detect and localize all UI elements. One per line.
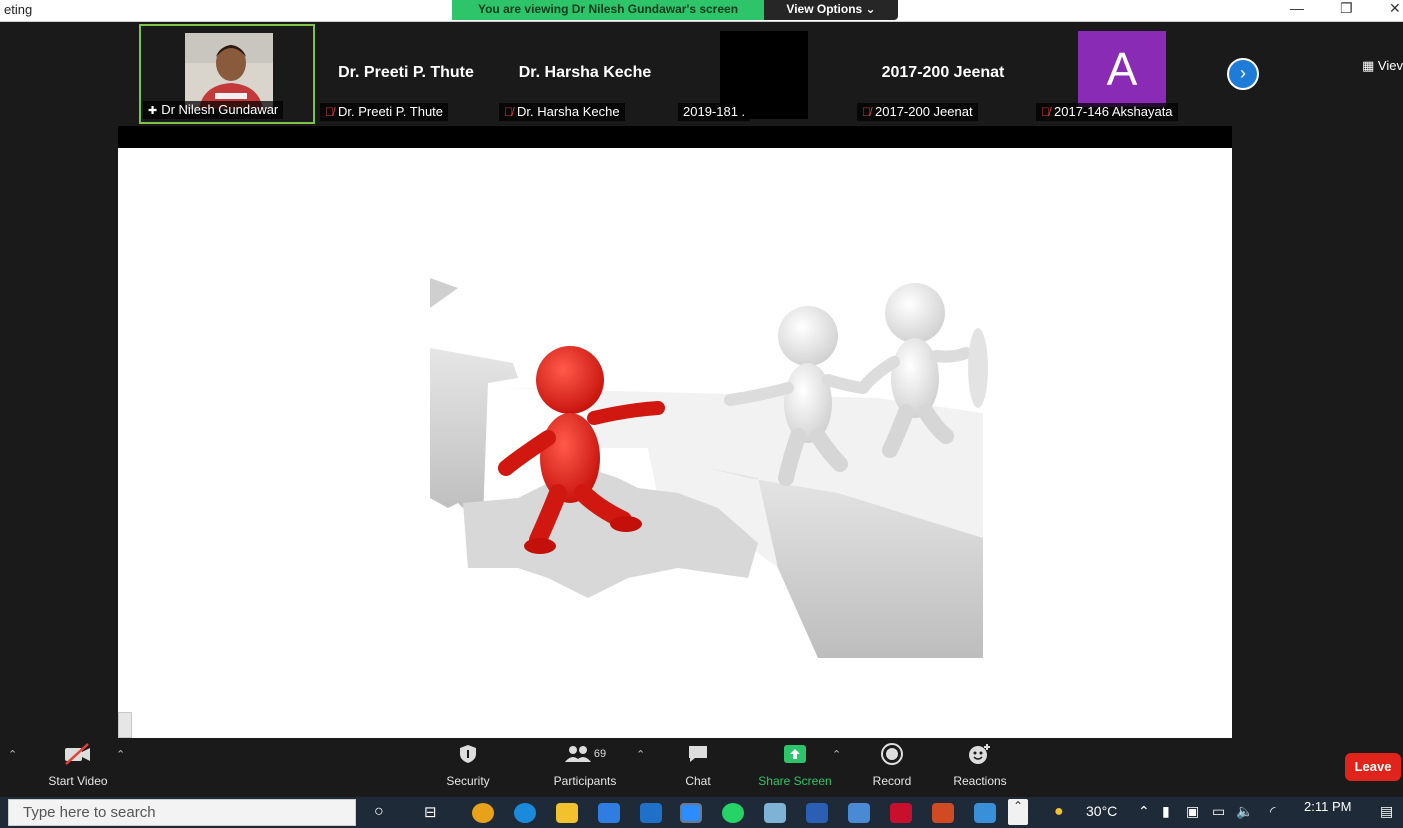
tile-label: 2019-181 . [678, 103, 751, 121]
record-icon [866, 738, 918, 770]
video-tile-preeti[interactable]: Dr. Preeti P. Thute 🎙̸ Dr. Preeti P. Thut… [318, 24, 494, 124]
participants-count: 69 [593, 748, 607, 760]
shield-icon [438, 738, 498, 770]
wifi-icon[interactable]: ◜ [1270, 803, 1275, 820]
mic-muted-icon: 🎙̸ [1041, 105, 1050, 119]
chevron-up-icon[interactable]: ⌃ [1008, 799, 1028, 825]
powerpoint-icon[interactable] [932, 803, 954, 823]
participant-photo [185, 33, 273, 109]
zoom-window: eting You are viewing Dr Nilesh Gundawar… [0, 0, 1403, 828]
window-title: eting [4, 2, 33, 17]
title-bar: eting You are viewing Dr Nilesh Gundawar… [0, 0, 1403, 22]
grid-icon: ▦ [1362, 58, 1378, 73]
view-options-button[interactable]: View Options ⌄ [764, 0, 898, 20]
security-tray-icon[interactable]: ▣ [1186, 803, 1199, 820]
viewing-banner: You are viewing Dr Nilesh Gundawar's scr… [452, 0, 764, 20]
acrobat-icon[interactable] [890, 803, 912, 823]
participant-name-display: 2017-200 Jeenat [881, 64, 1005, 81]
paint-icon[interactable] [764, 803, 786, 823]
share-screen-icon [754, 738, 836, 770]
chat-icon [676, 738, 720, 770]
tile-label: 🎙̸ Dr. Preeti P. Thute [320, 103, 449, 121]
battery-icon[interactable]: ▭ [1212, 803, 1225, 820]
shared-screen [118, 148, 1232, 738]
participants-icon: 69 [545, 738, 625, 770]
share-options-caret[interactable]: ⌃ [832, 748, 841, 761]
volume-icon[interactable]: 🔈 [1236, 803, 1253, 820]
taskbar-search-input[interactable]: Type here to search [8, 799, 356, 826]
whatsapp-icon[interactable] [722, 803, 744, 823]
edge-icon[interactable] [514, 803, 536, 823]
share-screen-button[interactable]: Share Screen [754, 738, 836, 798]
image-viewer-icon[interactable] [974, 803, 996, 823]
word-icon[interactable] [806, 803, 828, 823]
weather-icon: ● [1054, 803, 1064, 820]
minimize-icon[interactable]: — [1290, 0, 1304, 16]
zoom-app-icon[interactable] [680, 803, 702, 823]
video-tile-nilesh[interactable]: ✚ Dr Nilesh Gundawar [139, 24, 315, 124]
mic-muted-icon: 🎙̸ [862, 105, 871, 119]
tile-label: 🎙̸ 2017-146 Akshayata [1036, 103, 1178, 121]
video-tile-jeenat[interactable]: 2017-200 Jeenat 🎙̸ 2017-200 Jeenat [855, 24, 1031, 124]
photos-icon[interactable] [848, 803, 870, 823]
clock-time[interactable]: 2:11 PM [1304, 799, 1351, 814]
leave-button[interactable]: Leave [1345, 753, 1401, 781]
weather-temp: 30°C [1086, 803, 1118, 819]
maximize-icon[interactable]: ❐ [1340, 0, 1353, 17]
reactions-button[interactable]: Reactions [948, 738, 1012, 798]
next-page-button[interactable]: › [1227, 58, 1259, 90]
video-tile-harsha[interactable]: Dr. Harsha Keche 🎙̸ Dr. Harsha Keche [497, 24, 673, 124]
gallery-strip: ✚ Dr Nilesh Gundawar Dr. Preeti P. Thute … [0, 22, 1403, 126]
slide-illustration [430, 278, 988, 658]
participants-button[interactable]: 69 Participants [545, 738, 625, 798]
record-button[interactable]: Record [866, 738, 918, 798]
participant-name-display: Dr. Preeti P. Thute [338, 64, 474, 81]
notifications-icon[interactable]: ▤ [1380, 803, 1393, 820]
chevron-up-icon[interactable]: ⌃ [8, 748, 17, 761]
meeting-toolbar: ⌃ Start Video ⌃ Security 69 Participants… [0, 738, 1403, 798]
pin-icon: ✚ [148, 105, 158, 117]
close-icon[interactable]: ✕ [1389, 0, 1401, 17]
chrome-icon[interactable] [472, 803, 494, 823]
avatar: A [1078, 31, 1166, 107]
video-tile-akshayata[interactable]: A 🎙̸ 2017-146 Akshayata [1034, 24, 1210, 124]
video-off-icon [40, 738, 116, 770]
reactions-icon [948, 738, 1012, 770]
store-icon[interactable] [598, 803, 620, 823]
view-button[interactable]: ▦ Viev [1362, 58, 1403, 74]
mic-muted-icon: 🎙̸ [504, 105, 513, 119]
usb-icon[interactable]: ▮ [1162, 803, 1170, 820]
participant-name-display: Dr. Harsha Keche [518, 64, 652, 81]
start-video-button[interactable]: Start Video [40, 738, 116, 798]
mic-muted-icon: 🎙̸ [325, 105, 334, 119]
scroll-handle[interactable] [118, 712, 132, 738]
file-explorer-icon[interactable] [556, 803, 578, 823]
share-header-bar [118, 126, 1232, 148]
task-view-icon[interactable]: ⊟ [424, 803, 437, 821]
video-options-caret[interactable]: ⌃ [116, 748, 125, 761]
participants-options-caret[interactable]: ⌃ [636, 748, 645, 761]
os-taskbar: Type here to search ○ ⊟ ⌃ ● 30°C ⌃ ▮ ▣ ▭… [0, 797, 1403, 828]
tile-label: 🎙̸ 2017-200 Jeenat [857, 103, 978, 121]
cortana-icon[interactable]: ○ [374, 803, 384, 821]
tray-expand-icon[interactable]: ⌃ [1138, 803, 1150, 820]
chat-button[interactable]: Chat [676, 738, 720, 798]
security-button[interactable]: Security [438, 738, 498, 798]
tile-label: ✚ Dr Nilesh Gundawar [143, 101, 284, 119]
mail-icon[interactable] [640, 803, 662, 823]
tile-label: 🎙̸ Dr. Harsha Keche [499, 103, 625, 121]
video-tile-2019-181[interactable]: 2019-181 . [676, 24, 852, 124]
